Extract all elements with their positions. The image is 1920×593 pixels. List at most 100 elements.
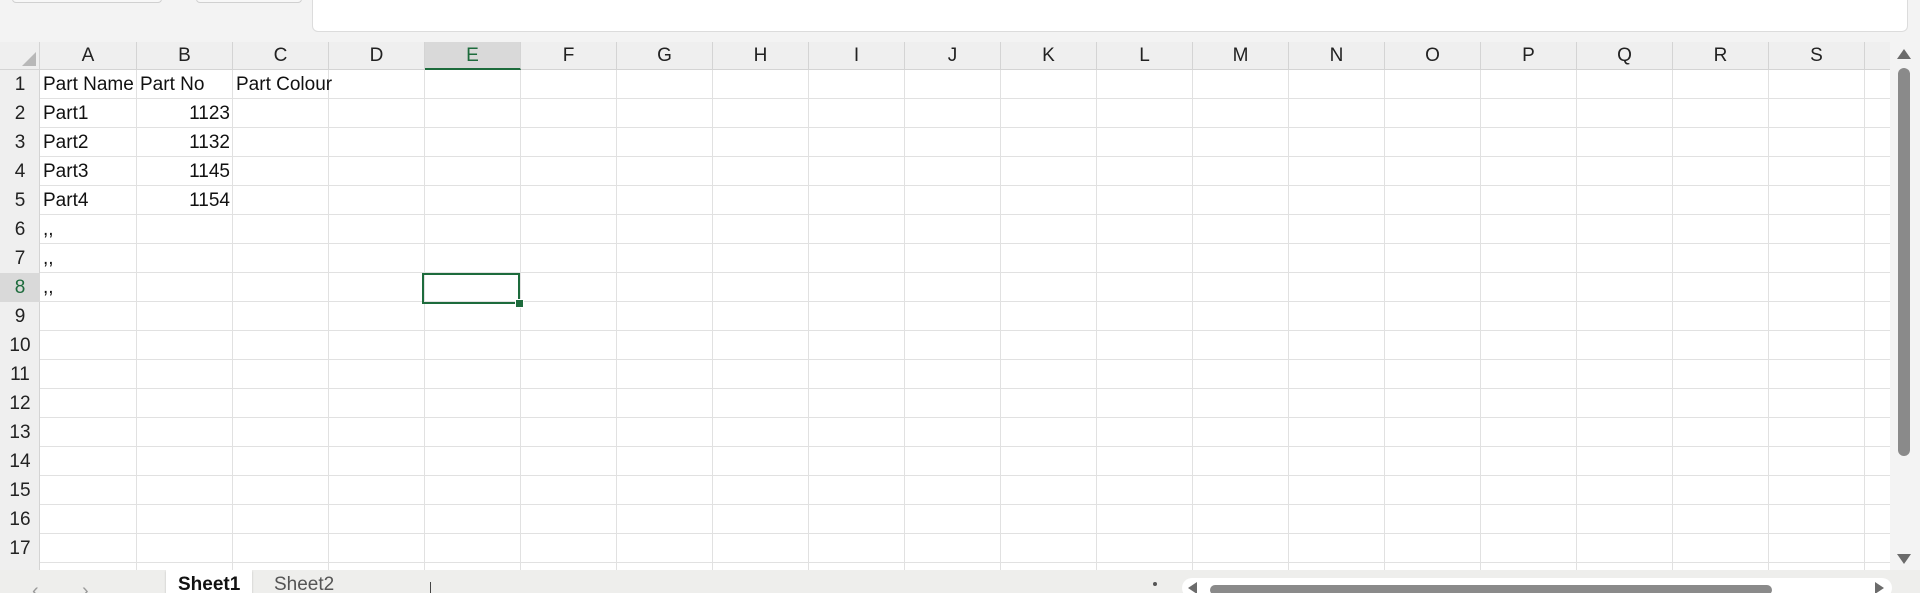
column-header-k[interactable]: K (1001, 42, 1097, 70)
column-header-a[interactable]: A (40, 42, 137, 70)
gridline-vertical (808, 70, 809, 570)
gridline-horizontal (40, 214, 1890, 215)
cell-A4[interactable]: Part3 (40, 157, 137, 186)
gridline-horizontal (40, 156, 1890, 157)
row-header-10[interactable]: 10 (0, 331, 40, 360)
gridline-vertical (616, 70, 617, 570)
gridline-horizontal (40, 272, 1890, 273)
cell-grid[interactable]: Part Name Part No Part Colour Part1 1123… (40, 70, 1890, 570)
gridline-vertical (904, 70, 905, 570)
row-header-17[interactable]: 17 (0, 534, 40, 563)
row-header-2[interactable]: 2 (0, 99, 40, 128)
cell-A6[interactable]: ,, (40, 215, 137, 244)
gridline-horizontal (40, 446, 1890, 447)
cell-A3[interactable]: Part2 (40, 128, 137, 157)
cell-B2[interactable]: 1123 (137, 99, 233, 128)
gridline-horizontal (40, 359, 1890, 360)
column-header-s[interactable]: S (1769, 42, 1865, 70)
row-header-11[interactable]: 11 (0, 360, 40, 389)
cell-B4[interactable]: 1145 (137, 157, 233, 186)
row-header-7[interactable]: 7 (0, 244, 40, 273)
column-header-j[interactable]: J (905, 42, 1001, 70)
column-header-p[interactable]: P (1481, 42, 1577, 70)
horizontal-scroll-thumb[interactable] (1210, 585, 1772, 593)
row-header-12[interactable]: 12 (0, 389, 40, 418)
cell-A5[interactable]: Part4 (40, 186, 137, 215)
scroll-up-icon[interactable] (1897, 49, 1911, 59)
name-box[interactable] (12, 0, 162, 3)
cell-A7[interactable]: ,, (40, 244, 137, 273)
column-header-g[interactable]: G (617, 42, 713, 70)
row-header-13[interactable]: 13 (0, 418, 40, 447)
column-header-o[interactable]: O (1385, 42, 1481, 70)
gridline-horizontal (40, 504, 1890, 505)
row-header-4[interactable]: 4 (0, 157, 40, 186)
gridline-horizontal (40, 475, 1890, 476)
row-header-9[interactable]: 9 (0, 302, 40, 331)
row-header-14[interactable]: 14 (0, 447, 40, 476)
row-header-16[interactable]: 16 (0, 505, 40, 534)
gridline-horizontal (40, 562, 1890, 563)
row-header-15[interactable]: 15 (0, 476, 40, 505)
cell-B5[interactable]: 1154 (137, 186, 233, 215)
row-header-6[interactable]: 6 (0, 215, 40, 244)
tab-sheet1[interactable]: Sheet1 (166, 570, 252, 593)
sheet-tab-bar: ‹ › Sheet1 Sheet2 (0, 570, 1920, 593)
column-header-n[interactable]: N (1289, 42, 1385, 70)
column-header-h[interactable]: H (713, 42, 809, 70)
column-headers: ABCDEFGHIJKLMNOPQRS (40, 42, 1890, 70)
row-header-5[interactable]: 5 (0, 186, 40, 215)
toolbar-area (0, 0, 1920, 40)
select-all-button[interactable] (0, 42, 40, 70)
fill-handle[interactable] (515, 299, 524, 308)
gridline-horizontal (40, 301, 1890, 302)
gridline-horizontal (40, 533, 1890, 534)
gridline-vertical (1768, 70, 1769, 570)
add-sheet-divider (430, 582, 431, 593)
gridline-horizontal (40, 185, 1890, 186)
tab-sheet2[interactable]: Sheet2 (262, 570, 346, 593)
gridline-vertical (424, 70, 425, 570)
row-header-3[interactable]: 3 (0, 128, 40, 157)
column-header-b[interactable]: B (137, 42, 233, 70)
column-header-c[interactable]: C (233, 42, 329, 70)
active-cell-E8[interactable] (422, 273, 520, 304)
column-header-q[interactable]: Q (1577, 42, 1673, 70)
vertical-scroll-thumb[interactable] (1898, 68, 1910, 456)
formula-controls[interactable] (196, 0, 302, 3)
scroll-right-icon[interactable] (1875, 582, 1884, 593)
more-options-icon[interactable] (1153, 582, 1157, 586)
cell-B1[interactable]: Part No (137, 70, 233, 99)
row-headers: 1 2 3 4 5 6 7 8 9 10 11 12 13 14 15 16 17 (0, 70, 40, 570)
cell-A2[interactable]: Part1 (40, 99, 137, 128)
gridline-horizontal (40, 127, 1890, 128)
cell-A8[interactable]: ,, (40, 273, 137, 302)
column-header-m[interactable]: M (1193, 42, 1289, 70)
gridline-vertical (1192, 70, 1193, 570)
gridline-horizontal (40, 330, 1890, 331)
column-header-i[interactable]: I (809, 42, 905, 70)
prev-sheet-icon[interactable]: ‹ (32, 581, 39, 593)
formula-bar-input[interactable] (312, 0, 1908, 32)
column-header-d[interactable]: D (329, 42, 425, 70)
row-header-8[interactable]: 8 (0, 273, 40, 302)
column-header-e[interactable]: E (425, 42, 521, 70)
row-header-1[interactable]: 1 (0, 70, 40, 99)
worksheet-grid: ABCDEFGHIJKLMNOPQRS 1 2 3 4 5 6 7 8 9 10 11 12 13 14 1… (0, 42, 1890, 570)
select-all-icon (22, 52, 36, 66)
gridline-vertical (1000, 70, 1001, 570)
cell-B3[interactable]: 1132 (137, 128, 233, 157)
vertical-scrollbar[interactable] (1890, 42, 1920, 570)
gridline-horizontal (40, 388, 1890, 389)
horizontal-scrollbar[interactable] (1182, 578, 1892, 593)
scroll-left-icon[interactable] (1188, 582, 1197, 593)
cell-A1[interactable]: Part Name (40, 70, 137, 99)
gridline-vertical (712, 70, 713, 570)
next-sheet-icon[interactable]: › (82, 581, 89, 593)
column-header-r[interactable]: R (1673, 42, 1769, 70)
column-header-l[interactable]: L (1097, 42, 1193, 70)
scroll-down-icon[interactable] (1897, 554, 1911, 564)
column-header-f[interactable]: F (521, 42, 617, 70)
gridline-vertical (1288, 70, 1289, 570)
cell-C1[interactable]: Part Colour (233, 70, 332, 99)
